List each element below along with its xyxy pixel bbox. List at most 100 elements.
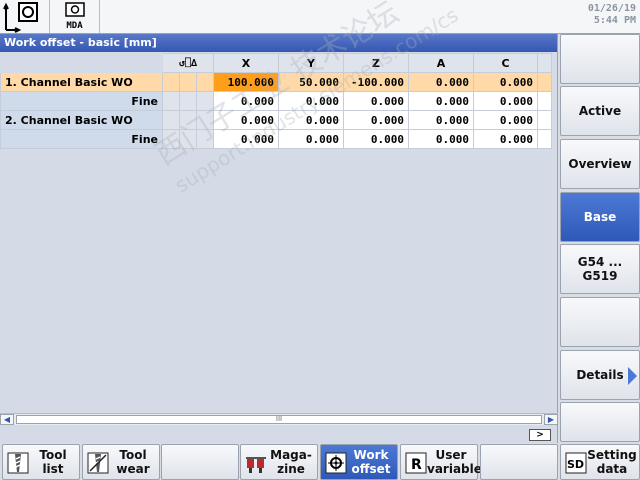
offset-cell-a[interactable]: 0.000	[408, 91, 474, 111]
offset-cell-extra	[537, 91, 552, 111]
row-flag	[179, 91, 197, 111]
offset-cell-a[interactable]: 0.000	[408, 72, 474, 92]
softkey-work-offset[interactable]: Work offset	[320, 444, 398, 480]
header-blank	[0, 53, 163, 73]
offset-cell-z[interactable]: -100.000	[343, 72, 409, 92]
offset-cell-z[interactable]: 0.000	[343, 129, 409, 149]
svg-text:SD: SD	[567, 458, 584, 471]
offset-cell-y[interactable]: 0.000	[278, 91, 344, 111]
top-bar: MDA 01/26/19 5:44 PM	[0, 0, 640, 34]
row-flag	[162, 91, 180, 111]
date: 01/26/19	[587, 3, 636, 14]
offset-cell-y[interactable]: 50.000	[278, 72, 344, 92]
softkey-h7[interactable]	[480, 444, 558, 480]
offset-cell-extra	[537, 72, 552, 92]
more-button[interactable]: >	[529, 429, 551, 441]
row-label: 1. Channel Basic WO	[0, 72, 163, 92]
col-header-extra	[537, 53, 552, 73]
mda-mode-icon[interactable]: MDA	[50, 0, 100, 33]
softkey-label: Work offset	[351, 448, 391, 476]
row-flag	[162, 110, 180, 130]
row-flag	[196, 129, 214, 149]
vertical-softkeys: Active Overview Base G54 ... G519 Detail…	[560, 34, 640, 443]
softkey-details-label: Details	[576, 368, 624, 382]
work-offset-table: ↺⎕∆ X Y Z A C 1. Channel Basic WO 100.00…	[0, 53, 552, 149]
offset-cell-c[interactable]: 0.000	[473, 91, 538, 111]
offset-cell-z[interactable]: 0.000	[343, 110, 409, 130]
offset-cell-x[interactable]: 100.000	[213, 72, 279, 92]
offset-cell-extra	[537, 110, 552, 130]
col-header-a: A	[408, 53, 474, 73]
row-label: 2. Channel Basic WO	[0, 110, 163, 130]
row-flag	[196, 91, 214, 111]
softkey-v8[interactable]	[560, 402, 640, 442]
softkey-label: Setting data	[587, 448, 637, 476]
offset-cell-c[interactable]: 0.000	[473, 72, 538, 92]
softkey-tool-list[interactable]: Tool list	[2, 444, 80, 480]
offset-cell-x[interactable]: 0.000	[213, 91, 279, 111]
row-flag	[179, 110, 197, 130]
work-offset-icon	[325, 452, 347, 474]
row-label: Fine	[0, 129, 163, 149]
date-time: 01/26/19 5:44 PM	[588, 3, 636, 27]
offset-cell-extra	[537, 129, 552, 149]
header-icons: ↺⎕∆	[162, 53, 214, 73]
scroll-left-icon[interactable]: ◀	[0, 414, 14, 425]
horizontal-softkeys: Tool list Tool wear Maga- zine Work offs…	[0, 444, 640, 480]
table-row[interactable]: Fine 0.000 0.000 0.000 0.000 0.000	[0, 91, 552, 111]
tool-list-icon	[7, 452, 29, 474]
softkey-details[interactable]: Details	[560, 350, 640, 400]
row-flag	[196, 110, 214, 130]
row-flag	[196, 72, 214, 92]
offset-cell-y[interactable]: 0.000	[278, 129, 344, 149]
softkey-v1[interactable]	[560, 34, 640, 84]
col-header-x: X	[213, 53, 279, 73]
setting-data-icon: SD	[565, 452, 587, 474]
row-flag	[162, 72, 180, 92]
offset-cell-c[interactable]: 0.000	[473, 129, 538, 149]
softkey-base[interactable]: Base	[560, 192, 640, 242]
table-header-row: ↺⎕∆ X Y Z A C	[0, 53, 552, 73]
work-offset-panel: Work offset - basic [mm] ↺⎕∆ X Y Z A C 1…	[0, 0, 558, 443]
panel-title: Work offset - basic [mm]	[0, 34, 557, 52]
softkey-g54-g519[interactable]: G54 ... G519	[560, 244, 640, 294]
softkey-label: Tool wear	[116, 448, 150, 476]
softkey-overview[interactable]: Overview	[560, 139, 640, 189]
tool-wear-icon	[87, 452, 109, 474]
softkey-h3[interactable]	[161, 444, 239, 480]
softkey-active[interactable]: Active	[560, 86, 640, 136]
offset-cell-x[interactable]: 0.000	[213, 110, 279, 130]
softkey-magazine[interactable]: Maga- zine	[240, 444, 318, 480]
row-label: Fine	[0, 91, 163, 111]
offset-cell-a[interactable]: 0.000	[408, 129, 474, 149]
softkey-v6[interactable]	[560, 297, 640, 347]
machine-area-icon[interactable]	[0, 0, 50, 33]
softkey-tool-wear[interactable]: Tool wear	[82, 444, 160, 480]
row-flag	[162, 129, 180, 149]
softkey-label: Tool list	[39, 448, 67, 476]
row-flag	[179, 129, 197, 149]
offset-cell-c[interactable]: 0.000	[473, 110, 538, 130]
offset-cell-y[interactable]: 0.000	[278, 110, 344, 130]
softkey-label: Maga- zine	[270, 448, 312, 476]
offset-cell-z[interactable]: 0.000	[343, 91, 409, 111]
scroll-right-icon[interactable]: ▶	[544, 414, 558, 425]
softkey-setting-data[interactable]: SD Setting data	[560, 444, 640, 480]
softkey-user-variable[interactable]: R User variable	[400, 444, 482, 480]
col-header-z: Z	[343, 53, 409, 73]
svg-text:R: R	[411, 457, 422, 473]
offset-cell-a[interactable]: 0.000	[408, 110, 474, 130]
mda-label: MDA	[66, 21, 83, 31]
horizontal-scrollbar[interactable]: ◀ III ▶	[0, 413, 558, 425]
scroll-thumb[interactable]: III	[16, 415, 542, 424]
table-row[interactable]: Fine 0.000 0.000 0.000 0.000 0.000	[0, 129, 552, 149]
submenu-arrow-icon	[628, 367, 637, 385]
user-variable-icon: R	[405, 452, 427, 474]
magazine-icon	[246, 457, 266, 473]
softkey-label: User variable	[427, 448, 482, 476]
offset-cell-x[interactable]: 0.000	[213, 129, 279, 149]
col-header-y: Y	[278, 53, 344, 73]
table-row[interactable]: 2. Channel Basic WO 0.000 0.000 0.000 0.…	[0, 110, 552, 130]
table-row[interactable]: 1. Channel Basic WO 100.000 50.000 -100.…	[0, 72, 552, 92]
time: 5:44 PM	[593, 15, 636, 26]
